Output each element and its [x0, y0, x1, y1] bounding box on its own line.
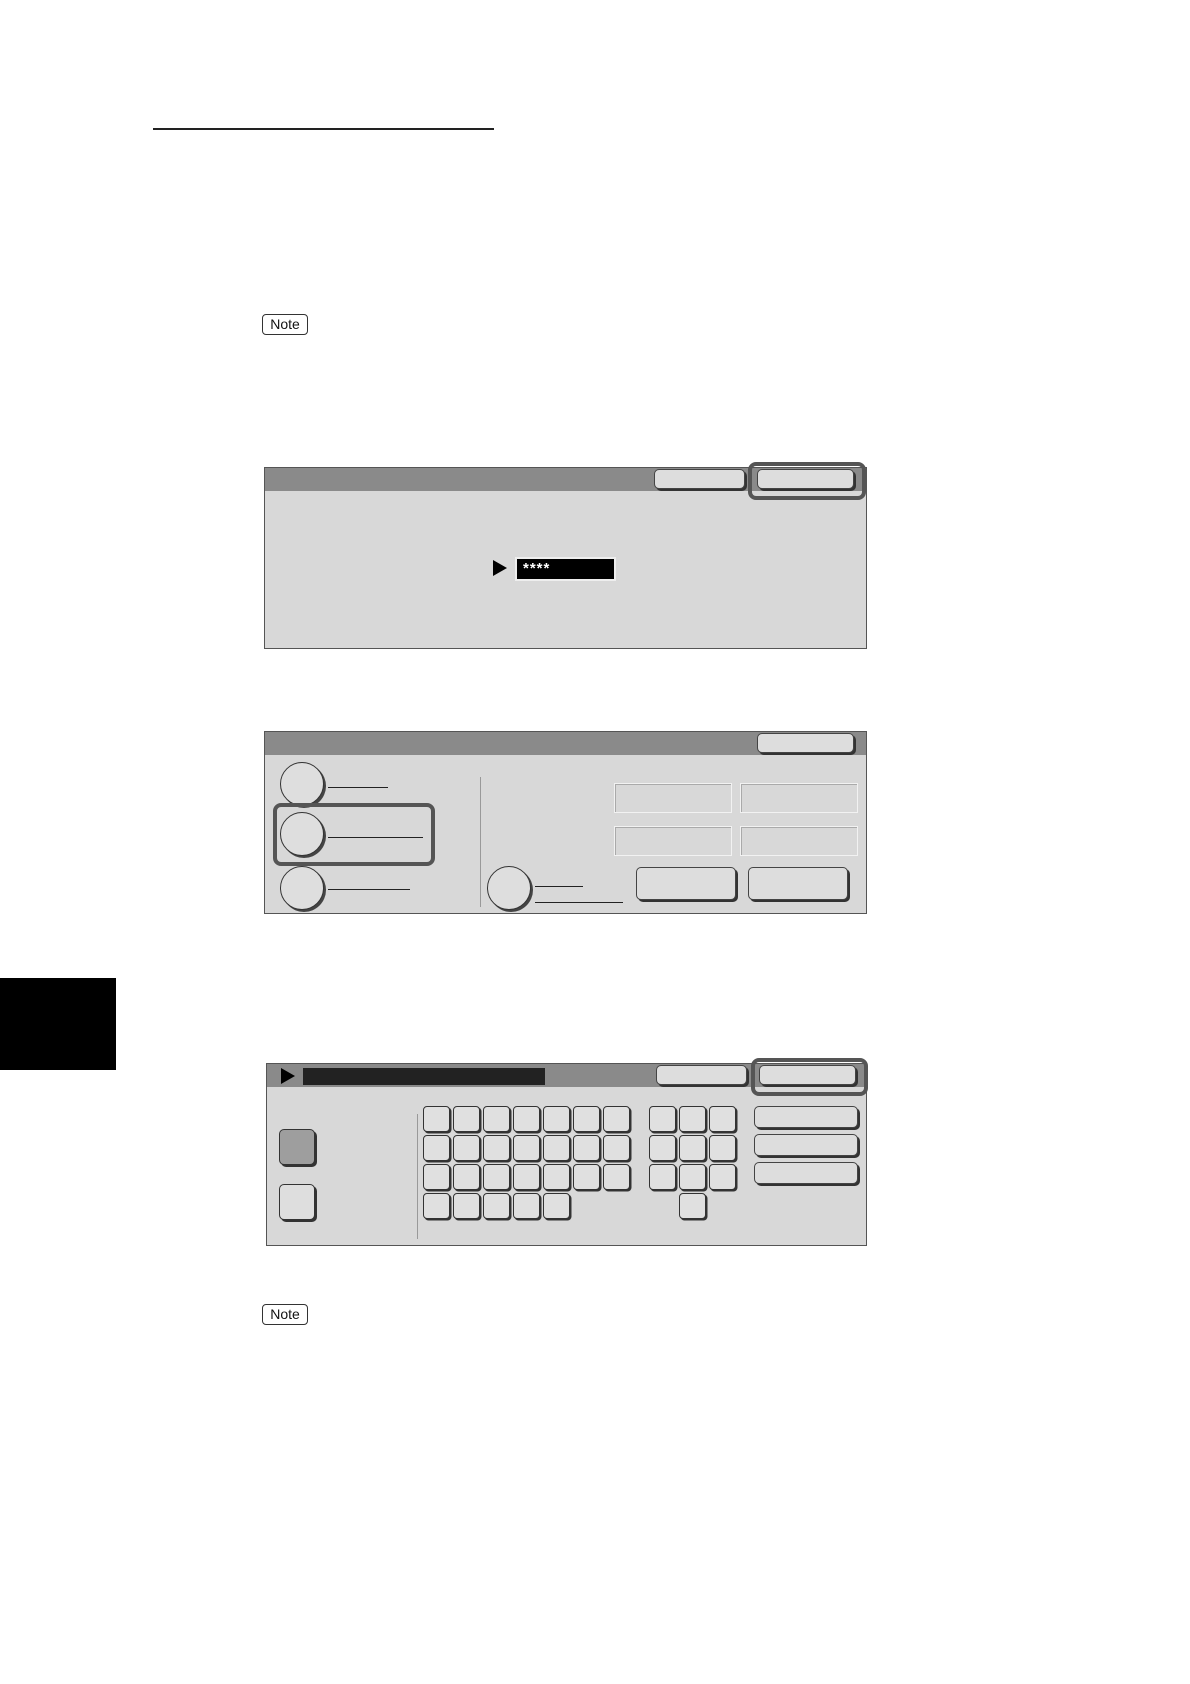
key[interactable]: [423, 1106, 450, 1132]
key[interactable]: [543, 1193, 570, 1219]
inactive-field: [740, 826, 858, 856]
password-input[interactable]: ****: [515, 557, 616, 581]
key[interactable]: [649, 1164, 676, 1190]
inactive-field: [614, 783, 732, 813]
key[interactable]: [573, 1164, 600, 1190]
key[interactable]: [423, 1135, 450, 1161]
character-keyboard: [423, 1106, 638, 1231]
mode-panel: [264, 731, 867, 914]
divider: [417, 1114, 418, 1239]
key[interactable]: [543, 1106, 570, 1132]
key[interactable]: [513, 1135, 540, 1161]
key[interactable]: [603, 1106, 630, 1132]
key[interactable]: [453, 1164, 480, 1190]
option-label-line: [535, 902, 623, 903]
key[interactable]: [513, 1106, 540, 1132]
option-label-line: [328, 787, 388, 788]
option-radio-4[interactable]: [487, 866, 531, 910]
key[interactable]: [513, 1164, 540, 1190]
function-button-1[interactable]: [754, 1106, 858, 1128]
note-badge: Note: [262, 314, 308, 335]
key[interactable]: [513, 1193, 540, 1219]
chapter-tab: [0, 978, 116, 1070]
text-entry-field[interactable]: [303, 1068, 545, 1085]
focus-highlight: [748, 462, 866, 500]
focus-highlight: [273, 803, 435, 866]
key[interactable]: [423, 1193, 450, 1219]
function-button-2[interactable]: [754, 1134, 858, 1156]
key[interactable]: [453, 1135, 480, 1161]
key[interactable]: [483, 1135, 510, 1161]
key[interactable]: [483, 1164, 510, 1190]
inactive-field: [740, 783, 858, 813]
option-label-line: [535, 886, 583, 887]
option-radio-3[interactable]: [280, 866, 324, 910]
key[interactable]: [573, 1106, 600, 1132]
password-panel: ****: [264, 462, 867, 649]
key[interactable]: [573, 1135, 600, 1161]
key[interactable]: [709, 1164, 736, 1190]
action-button-1[interactable]: [636, 867, 736, 900]
key[interactable]: [679, 1135, 706, 1161]
key[interactable]: [649, 1135, 676, 1161]
inactive-field: [614, 826, 732, 856]
divider: [480, 777, 481, 907]
key[interactable]: [679, 1193, 706, 1219]
key[interactable]: [543, 1164, 570, 1190]
header-rule: [153, 128, 494, 130]
close-button[interactable]: [757, 733, 854, 753]
arrow-right-icon: [281, 1068, 295, 1084]
key[interactable]: [679, 1164, 706, 1190]
key[interactable]: [603, 1135, 630, 1161]
key[interactable]: [453, 1193, 480, 1219]
note-badge: Note: [262, 1304, 308, 1325]
focus-highlight: [751, 1058, 868, 1096]
key[interactable]: [709, 1135, 736, 1161]
arrow-right-icon: [493, 560, 507, 576]
key[interactable]: [483, 1193, 510, 1219]
key[interactable]: [603, 1164, 630, 1190]
keyboard-panel: [266, 1058, 868, 1246]
key[interactable]: [483, 1106, 510, 1132]
option-label-line: [328, 889, 410, 890]
key[interactable]: [453, 1106, 480, 1132]
cancel-button[interactable]: [656, 1065, 747, 1085]
function-button-3[interactable]: [754, 1162, 858, 1184]
mode-toggle[interactable]: [279, 1184, 315, 1220]
numeric-keypad: [649, 1106, 744, 1231]
key[interactable]: [543, 1135, 570, 1161]
key[interactable]: [649, 1106, 676, 1132]
key[interactable]: [709, 1106, 736, 1132]
mode-toggle-selected[interactable]: [279, 1129, 315, 1165]
action-button-2[interactable]: [748, 867, 848, 900]
cancel-button[interactable]: [654, 469, 745, 489]
key[interactable]: [679, 1106, 706, 1132]
key[interactable]: [423, 1164, 450, 1190]
option-radio-1[interactable]: [280, 762, 324, 806]
